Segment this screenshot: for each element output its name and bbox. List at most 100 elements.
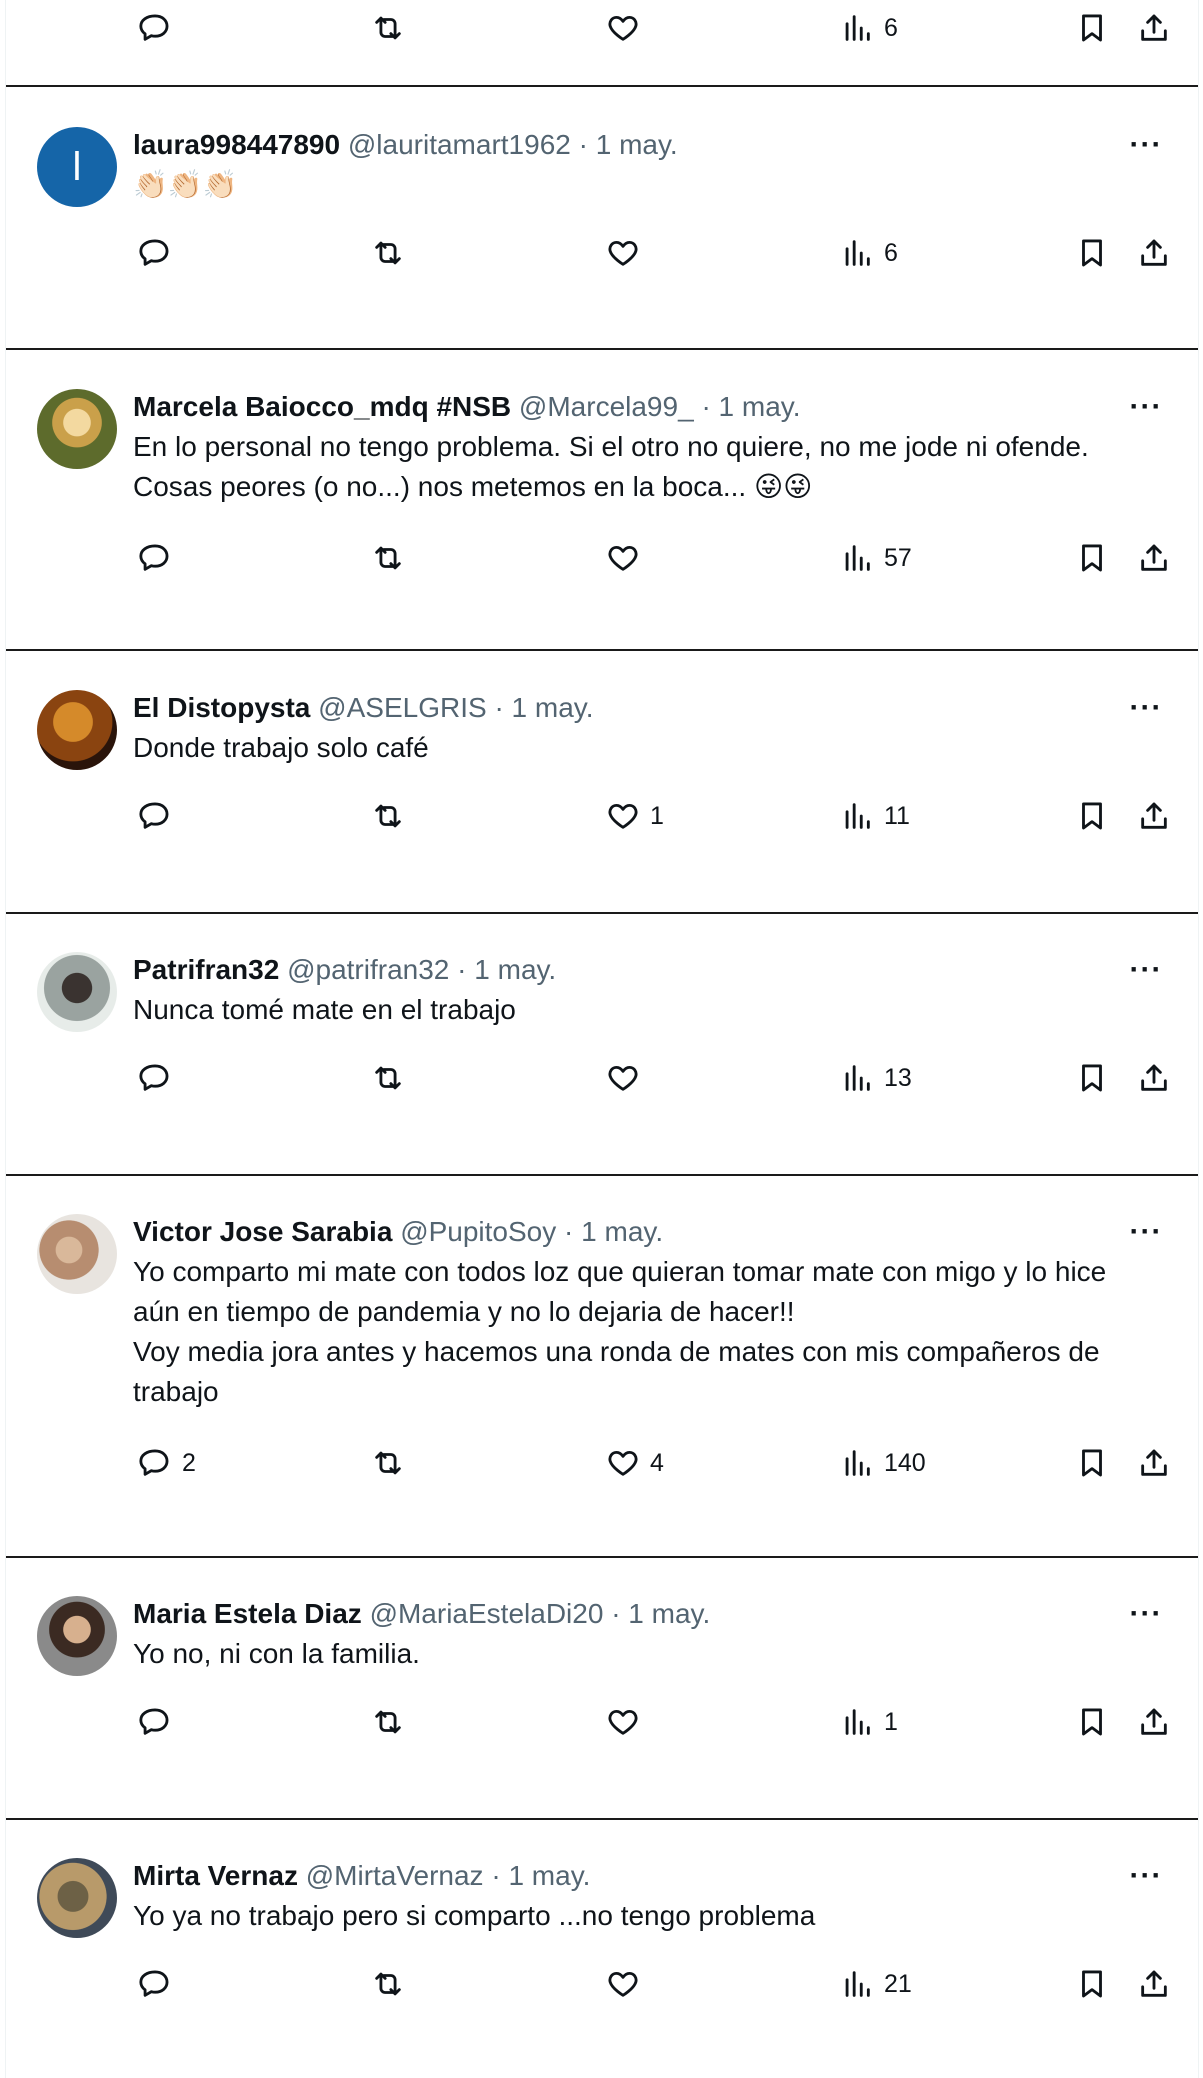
reply-button[interactable]	[138, 792, 182, 840]
display-name[interactable]: Mirta Vernaz	[133, 1860, 298, 1891]
more-options-button[interactable]: ···	[1126, 1858, 1166, 1894]
like-button[interactable]	[606, 4, 650, 52]
display-name[interactable]: Victor Jose Sarabia	[133, 1216, 392, 1247]
heart-icon	[608, 545, 638, 571]
views-count: 6	[884, 238, 898, 267]
tweet-date[interactable]: 1 may.	[581, 1216, 663, 1247]
user-handle[interactable]: @patrifran32	[287, 954, 449, 985]
user-handle[interactable]: @lauritamart1962	[348, 129, 571, 160]
retweet-button[interactable]	[371, 4, 415, 52]
bookmark-button[interactable]	[1075, 1054, 1109, 1102]
like-button[interactable]: 4	[606, 1439, 664, 1487]
avatar[interactable]	[37, 1858, 117, 1938]
views-button[interactable]: 140	[840, 1439, 926, 1487]
bookmark-button[interactable]	[1075, 792, 1109, 840]
like-button[interactable]	[606, 534, 650, 582]
reply-button[interactable]	[138, 1960, 182, 2008]
bookmark-button[interactable]	[1075, 1960, 1109, 2008]
share-button[interactable]	[1137, 4, 1171, 52]
more-options-button[interactable]: ···	[1126, 952, 1166, 988]
like-button[interactable]	[606, 1698, 650, 1746]
avatar[interactable]	[37, 952, 117, 1032]
more-options-button[interactable]: ···	[1126, 127, 1166, 163]
separator: ·	[611, 1598, 621, 1629]
retweet-button[interactable]	[371, 1960, 415, 2008]
display-name[interactable]: Maria Estela Diaz	[133, 1598, 362, 1629]
tweet-date[interactable]: 1 may.	[628, 1598, 710, 1629]
more-options-button[interactable]: ···	[1126, 1596, 1166, 1632]
views-count: 13	[884, 1063, 912, 1092]
bookmark-button[interactable]	[1075, 4, 1109, 52]
reply-button[interactable]	[138, 229, 182, 277]
separator: ·	[564, 1216, 574, 1247]
avatar[interactable]	[37, 1596, 117, 1676]
reply-button[interactable]	[138, 534, 182, 582]
retweet-button[interactable]	[371, 792, 415, 840]
views-button[interactable]: 6	[840, 229, 898, 277]
avatar[interactable]	[37, 389, 117, 469]
like-button[interactable]: 1	[606, 792, 664, 840]
share-button[interactable]	[1137, 1698, 1171, 1746]
views-icon	[845, 1450, 870, 1476]
user-handle[interactable]: @PupitoSoy	[400, 1216, 556, 1247]
avatar[interactable]	[37, 1214, 117, 1294]
retweet-button[interactable]	[371, 1698, 415, 1746]
user-handle[interactable]: @MariaEstelaDi20	[370, 1598, 604, 1629]
reply-button[interactable]	[138, 1698, 182, 1746]
display-name[interactable]: El Distopysta	[133, 692, 310, 723]
retweet-button[interactable]	[371, 1054, 415, 1102]
views-button[interactable]: 1	[840, 1698, 898, 1746]
tweet-content: Marcela Baiocco_mdq #NSB @Marcela99_ · 1…	[133, 389, 1133, 507]
retweet-icon	[375, 1066, 401, 1090]
reply-button[interactable]	[138, 4, 182, 52]
more-options-button[interactable]: ···	[1126, 690, 1166, 726]
retweet-button[interactable]	[371, 1439, 415, 1487]
share-button[interactable]	[1137, 1439, 1171, 1487]
bookmark-button[interactable]	[1075, 1698, 1109, 1746]
display-name[interactable]: Marcela Baiocco_mdq #NSB	[133, 391, 511, 422]
bookmark-button[interactable]	[1075, 229, 1109, 277]
more-options-button[interactable]: ···	[1126, 389, 1166, 425]
like-button[interactable]	[606, 1054, 650, 1102]
views-button[interactable]: 57	[840, 534, 912, 582]
tweet-date[interactable]: 1 may.	[596, 129, 678, 160]
views-button[interactable]: 11	[840, 792, 910, 840]
share-button[interactable]	[1137, 792, 1171, 840]
reply-button[interactable]	[138, 1054, 182, 1102]
user-handle[interactable]: @MirtaVernaz	[306, 1860, 484, 1891]
views-button[interactable]: 13	[840, 1054, 912, 1102]
tweet-actions: 21	[6, 1960, 1198, 2008]
bookmark-icon	[1082, 14, 1102, 42]
user-handle[interactable]: @ASELGRIS	[318, 692, 486, 723]
user-handle[interactable]: @Marcela99_	[519, 391, 694, 422]
retweet-button[interactable]	[371, 229, 415, 277]
tweet-date[interactable]: 1 may.	[719, 391, 801, 422]
like-button[interactable]	[606, 1960, 650, 2008]
bookmark-button[interactable]	[1075, 1439, 1109, 1487]
tweet-date[interactable]: 1 may.	[508, 1860, 590, 1891]
more-options-button[interactable]: ···	[1126, 1214, 1166, 1250]
share-button[interactable]	[1137, 1960, 1171, 2008]
bookmark-button[interactable]	[1075, 534, 1109, 582]
like-count: 1	[650, 801, 664, 830]
display-name[interactable]: laura998447890	[133, 129, 340, 160]
tweet-date[interactable]: 1 may.	[512, 692, 594, 723]
views-button[interactable]: 6	[840, 4, 898, 52]
separator: ·	[491, 1860, 501, 1891]
display-name[interactable]: Patrifran32	[133, 954, 279, 985]
tweet-text: 👏🏻👏🏻👏🏻	[133, 169, 238, 200]
avatar[interactable]: l	[37, 127, 117, 207]
avatar[interactable]	[37, 690, 117, 770]
tweet-content: Victor Jose Sarabia @PupitoSoy · 1 may. Y…	[133, 1214, 1133, 1412]
tweet-text: Nunca tomé mate en el trabajo	[133, 994, 516, 1025]
like-button[interactable]	[606, 229, 650, 277]
reply-button[interactable]: 2	[138, 1439, 196, 1487]
tweet-date[interactable]: 1 may.	[474, 954, 556, 985]
views-button[interactable]: 21	[840, 1960, 912, 2008]
share-icon	[1141, 1708, 1167, 1735]
share-button[interactable]	[1137, 534, 1171, 582]
share-button[interactable]	[1137, 1054, 1171, 1102]
retweet-button[interactable]	[371, 534, 415, 582]
heart-icon	[608, 1971, 638, 1997]
share-button[interactable]	[1137, 229, 1171, 277]
